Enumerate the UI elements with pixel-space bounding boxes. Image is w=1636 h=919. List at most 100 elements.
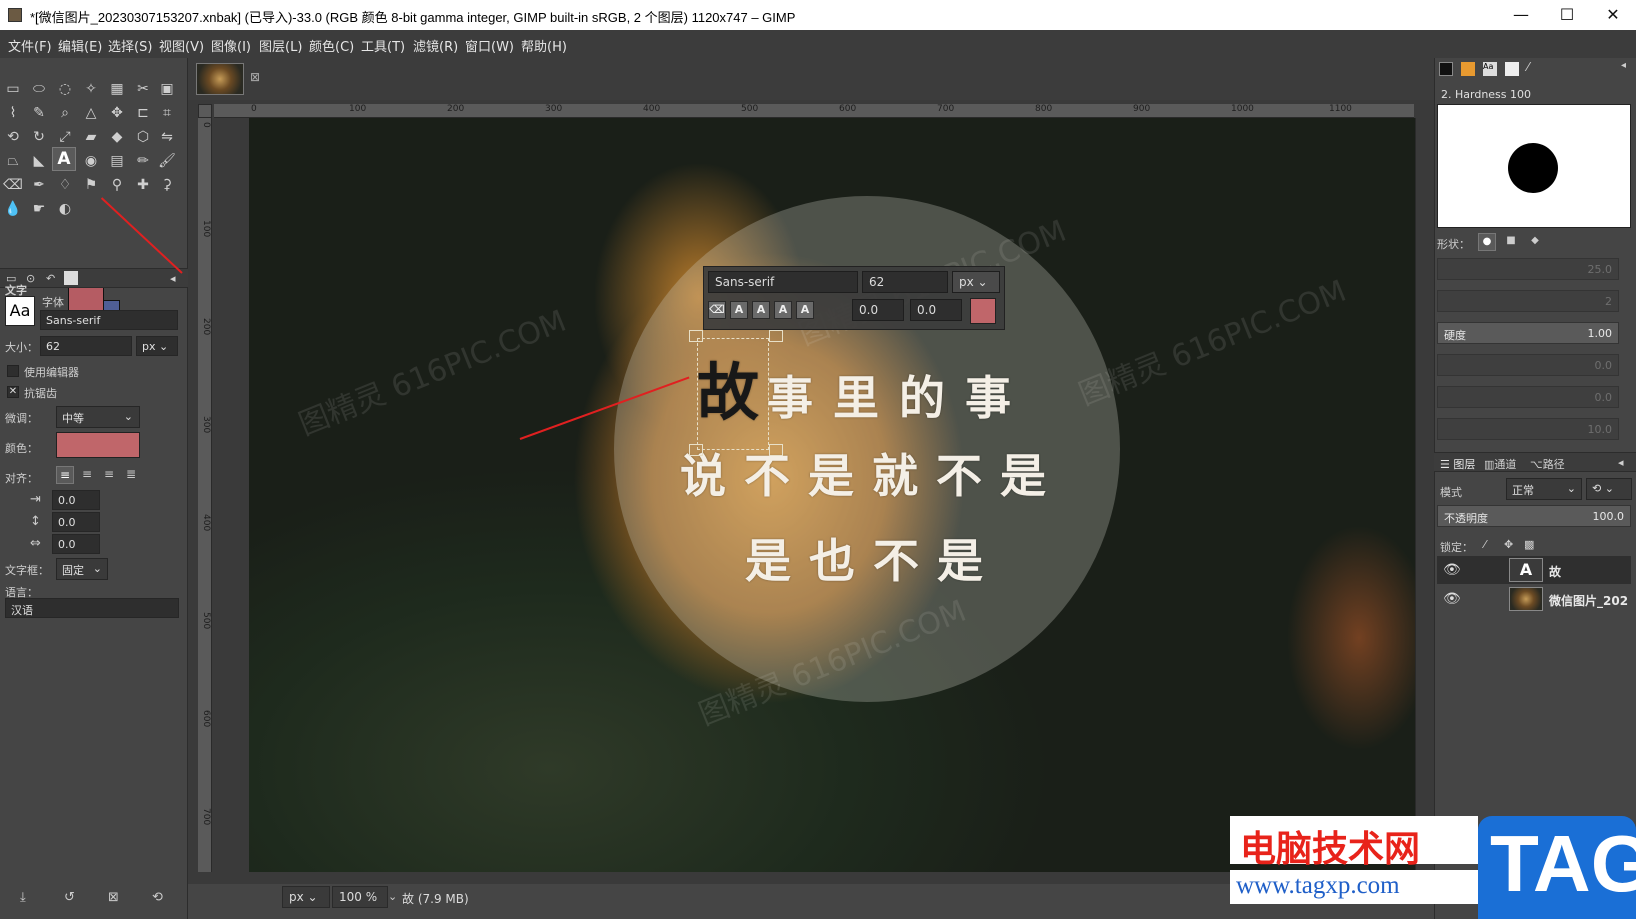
lock-alpha-icon[interactable]: ▩: [1524, 538, 1534, 551]
shear-icon[interactable]: ▰: [80, 126, 102, 148]
perspective-icon[interactable]: ⏢: [2, 150, 24, 172]
bucket-fill-icon[interactable]: ◉: [80, 150, 102, 172]
close-image-tab-icon[interactable]: ⊠: [250, 70, 260, 84]
undo-history-tab-icon[interactable]: ↶: [46, 272, 55, 285]
menu-view[interactable]: 视图(V): [159, 36, 204, 55]
layer-row[interactable]: 👁 A 故: [1437, 556, 1631, 584]
menu-filters[interactable]: 滤镜(R): [413, 36, 458, 55]
text-box-handle-bottom-right[interactable]: [769, 444, 783, 456]
angle-slider[interactable]: 0.0: [1437, 386, 1619, 408]
dodge-burn-icon[interactable]: ◐: [54, 198, 76, 220]
clear-style-icon[interactable]: ⌫: [708, 301, 726, 319]
clone-icon[interactable]: ⚲: [106, 174, 128, 196]
zoom-select[interactable]: 100 %: [332, 886, 388, 908]
cage-icon[interactable]: ⬡: [132, 126, 154, 148]
overlay-unit-select[interactable]: px ⌄: [952, 271, 1000, 293]
spikes-slider[interactable]: 2: [1437, 290, 1619, 312]
foreground-color-swatch[interactable]: [68, 286, 104, 312]
maximize-button[interactable]: ☐: [1544, 0, 1590, 30]
foreground-select-icon[interactable]: ▣: [156, 78, 178, 100]
overlay-baseline-input[interactable]: 0.0: [852, 299, 904, 321]
overlay-size-input[interactable]: 62: [862, 271, 948, 293]
language-input[interactable]: 汉语: [5, 598, 179, 618]
menu-windows[interactable]: 窗口(W): [465, 36, 514, 55]
ruler-corner[interactable]: [198, 104, 212, 118]
menu-help[interactable]: 帮助(H): [521, 36, 567, 55]
tab-paths[interactable]: ⌥路径: [1530, 456, 1565, 472]
unit-select[interactable]: px ⌄: [282, 886, 330, 908]
justify-left-icon[interactable]: ≡: [56, 466, 74, 484]
menu-tools[interactable]: 工具(T): [361, 36, 405, 55]
indent-input[interactable]: 0.0: [52, 490, 100, 510]
circle-shape-icon[interactable]: ●: [1478, 233, 1496, 251]
restore-tool-preset-icon[interactable]: ↺: [64, 890, 75, 905]
justify-center-icon[interactable]: ≡: [100, 466, 118, 484]
configure-tab-icon[interactable]: ◂: [1618, 456, 1624, 469]
radius-slider[interactable]: 25.0: [1437, 258, 1619, 280]
lock-pixels-icon[interactable]: ⁄: [1484, 538, 1486, 551]
document-history-tab-icon[interactable]: [1505, 62, 1519, 76]
size-unit-select[interactable]: px ⌄: [136, 336, 178, 356]
blur-icon[interactable]: 💧: [2, 198, 24, 220]
align-icon[interactable]: ⊏: [132, 102, 154, 124]
pencil-icon[interactable]: ✏: [132, 150, 154, 172]
box-select[interactable]: 固定 ⌄: [56, 558, 108, 580]
menu-select[interactable]: 选择(S): [108, 36, 152, 55]
overlay-kerning-input[interactable]: 0.0: [910, 299, 962, 321]
handle-transform-icon[interactable]: ◣: [28, 150, 50, 172]
tab-channels[interactable]: ▥通道: [1484, 456, 1516, 472]
chevron-down-icon[interactable]: ⌄: [388, 890, 397, 903]
paths-icon[interactable]: ⌇: [2, 102, 24, 124]
minimize-button[interactable]: —: [1498, 0, 1544, 30]
paintbrush-icon[interactable]: 🖌: [156, 150, 178, 172]
diamond-shape-icon[interactable]: ◆: [1526, 233, 1544, 251]
patterns-tab-icon[interactable]: [1461, 62, 1475, 76]
layer-row[interactable]: 👁 微信图片_202: [1437, 585, 1631, 613]
ellipse-select-icon[interactable]: ⬭: [28, 78, 50, 100]
gradient-icon[interactable]: ▤: [106, 150, 128, 172]
square-shape-icon[interactable]: ■: [1502, 233, 1520, 251]
rect-select-icon[interactable]: ▭: [2, 78, 24, 100]
scale-icon[interactable]: ⤢: [54, 126, 76, 148]
text-box-frame[interactable]: [697, 338, 769, 450]
composite-mode-select[interactable]: ⟲ ⌄: [1586, 478, 1632, 500]
mypaint-brush-icon[interactable]: ⚑: [80, 174, 102, 196]
close-button[interactable]: ✕: [1590, 0, 1636, 30]
warp-icon[interactable]: ◆: [106, 126, 128, 148]
text-box-handle-top-left[interactable]: [689, 330, 703, 342]
save-tool-preset-icon[interactable]: ⤓: [20, 890, 26, 905]
heal-icon[interactable]: ✚: [132, 174, 154, 196]
eye-icon[interactable]: 👁: [1443, 562, 1465, 578]
justify-right-icon[interactable]: ≡: [78, 466, 96, 484]
reset-tool-options-icon[interactable]: ⟲: [152, 890, 163, 905]
rotate-icon[interactable]: ↻: [28, 126, 50, 148]
menu-edit[interactable]: 编辑(E): [58, 36, 102, 55]
eraser-icon[interactable]: ⌫: [2, 174, 24, 196]
bold-icon[interactable]: A: [730, 301, 748, 319]
color-select-icon[interactable]: ▦: [106, 78, 128, 100]
tab-layers[interactable]: ☰ 图层: [1440, 456, 1475, 472]
antialias-checkbox[interactable]: ✕: [7, 386, 19, 398]
aspect-slider[interactable]: 0.0: [1437, 354, 1619, 376]
line-spacing-input[interactable]: 0.0: [52, 512, 100, 532]
flip-icon[interactable]: ⇋: [156, 126, 178, 148]
airbrush-icon[interactable]: ✒: [28, 174, 50, 196]
configure-tab-icon[interactable]: ◂: [1621, 60, 1626, 71]
fonts-tab-icon[interactable]: Aa: [1483, 62, 1497, 76]
spacing-slider[interactable]: 10.0: [1437, 418, 1619, 440]
size-input[interactable]: 62: [40, 336, 132, 356]
brushes-tab-icon[interactable]: [1439, 62, 1453, 76]
ink-icon[interactable]: ♢: [54, 174, 76, 196]
move-icon[interactable]: ✥: [106, 102, 128, 124]
dynamics-tab-icon[interactable]: ⁄: [1527, 60, 1529, 74]
overlay-color-button[interactable]: [970, 298, 996, 324]
overlay-font-input[interactable]: Sans-serif: [708, 271, 858, 293]
strikethrough-icon[interactable]: A: [796, 301, 814, 319]
font-preview-button[interactable]: Aa: [5, 296, 35, 326]
text-tool-icon[interactable]: A: [52, 147, 76, 171]
text-box-handle-bottom-left[interactable]: [689, 444, 703, 456]
perspective-clone-icon[interactable]: ⚳: [156, 174, 178, 196]
configure-tab-icon[interactable]: ◂: [170, 272, 176, 285]
text-box-handle-top-right[interactable]: [769, 330, 783, 342]
measure-icon[interactable]: △: [80, 102, 102, 124]
